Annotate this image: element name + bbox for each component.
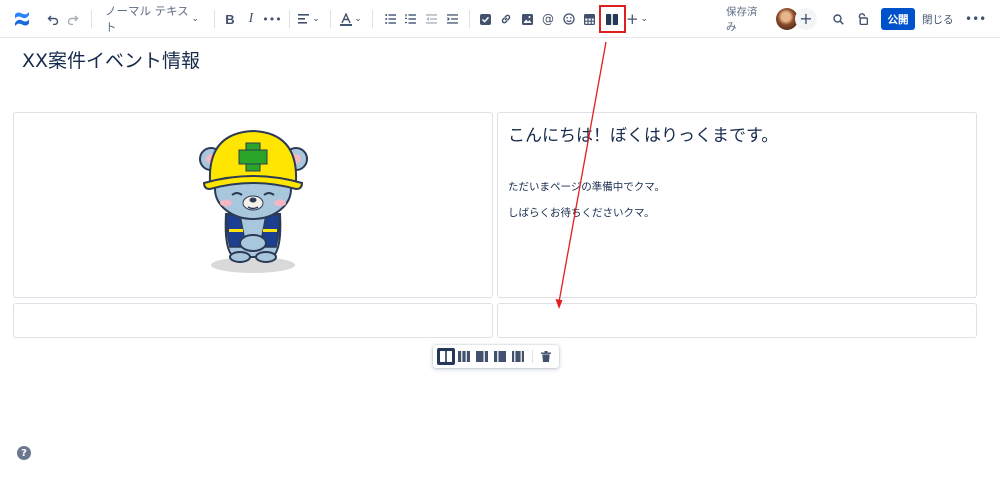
redo-icon[interactable] <box>65 8 81 30</box>
delete-icon <box>541 351 551 362</box>
layout-paragraph[interactable]: ただいまページの準備中でクマ。 <box>508 179 665 194</box>
restrictions-icon[interactable] <box>855 8 869 30</box>
align-dropdown[interactable]: ⌄ <box>298 8 320 30</box>
help-icon[interactable]: ? <box>17 446 31 460</box>
toolbar-divider <box>91 10 92 28</box>
numbered-list-icon[interactable] <box>403 8 417 30</box>
undo-icon[interactable] <box>45 8 61 30</box>
layout-left-sidebar-button[interactable] <box>491 348 509 365</box>
insert-dropdown[interactable]: + ⌄ <box>626 8 648 30</box>
two-columns-icon <box>440 351 452 362</box>
italic-button[interactable]: I <box>244 8 258 30</box>
editor-toolbar: ノーマル テキスト ⌄ B I ••• ⌄ ⌄ @ + ⌄ 保存済み + 公開 … <box>0 0 1000 38</box>
image-icon[interactable] <box>520 8 534 30</box>
chevron-down-icon: ⌄ <box>191 14 199 24</box>
layout-heading[interactable]: こんにちは！ぼくはりっくまです。 <box>508 121 778 146</box>
insert-plus-icon: + <box>625 9 639 28</box>
layout-column-right-empty[interactable] <box>497 303 977 338</box>
toolbar-divider <box>214 10 215 28</box>
publish-button[interactable]: 公開 <box>881 8 915 30</box>
bold-button[interactable]: B <box>223 8 237 30</box>
outdent-icon[interactable] <box>424 8 438 30</box>
text-style-dropdown[interactable]: ノーマル テキスト ⌄ <box>105 4 199 34</box>
toolbar-divider <box>372 10 373 28</box>
left-sidebar-icon <box>494 351 506 362</box>
table-icon[interactable] <box>582 8 596 30</box>
chevron-down-icon: ⌄ <box>312 14 320 24</box>
toolbar-divider <box>532 350 533 363</box>
annotation-highlight-box <box>599 5 626 33</box>
layout-column-left-empty[interactable] <box>13 303 493 338</box>
chevron-down-icon: ⌄ <box>640 14 649 24</box>
toolbar-divider <box>330 10 331 28</box>
text-color-dropdown[interactable]: ⌄ <box>340 8 362 30</box>
chevron-down-icon: ⌄ <box>354 14 362 24</box>
more-options-button[interactable]: ••• <box>965 8 986 30</box>
mention-icon[interactable]: @ <box>541 8 555 30</box>
toolbar-divider <box>289 10 290 28</box>
emoji-icon[interactable] <box>562 8 576 30</box>
right-sidebar-icon <box>476 351 488 362</box>
text-color-icon <box>340 12 353 26</box>
text-style-label: ノーマル テキスト <box>105 4 189 34</box>
align-icon <box>298 14 310 24</box>
layout-options-toolbar <box>433 345 559 368</box>
layout-three-columns-button[interactable] <box>455 348 473 365</box>
three-columns-sidebars-icon <box>512 351 524 362</box>
layout-right-sidebar-button[interactable] <box>473 348 491 365</box>
search-icon[interactable] <box>831 8 845 30</box>
task-icon[interactable] <box>478 8 492 30</box>
bullet-list-icon[interactable] <box>383 8 397 30</box>
three-columns-icon <box>458 351 470 362</box>
delete-layout-button[interactable] <box>537 348 555 365</box>
invite-collaborator-button[interactable]: + <box>795 8 817 30</box>
page-title[interactable]: XX案件イベント情報 <box>22 46 200 73</box>
layout-paragraph[interactable]: しばらくお待ちくださいクマ。 <box>508 205 655 220</box>
close-button[interactable]: 閉じる <box>922 8 954 30</box>
layout-two-columns-button[interactable] <box>437 348 455 365</box>
layout-column-right[interactable]: こんにちは！ぼくはりっくまです。 ただいまページの準備中でクマ。 しばらくお待ち… <box>497 112 977 298</box>
save-status: 保存済み <box>726 6 758 33</box>
confluence-logo-icon[interactable] <box>12 8 32 30</box>
layout-column-left[interactable] <box>13 112 493 298</box>
link-icon[interactable] <box>499 8 513 30</box>
indent-icon[interactable] <box>445 8 459 30</box>
bear-mascot-image <box>199 129 308 273</box>
more-formatting-button[interactable]: ••• <box>262 8 281 30</box>
toolbar-divider <box>469 10 470 28</box>
layout-three-columns-sidebars-button[interactable] <box>509 348 527 365</box>
